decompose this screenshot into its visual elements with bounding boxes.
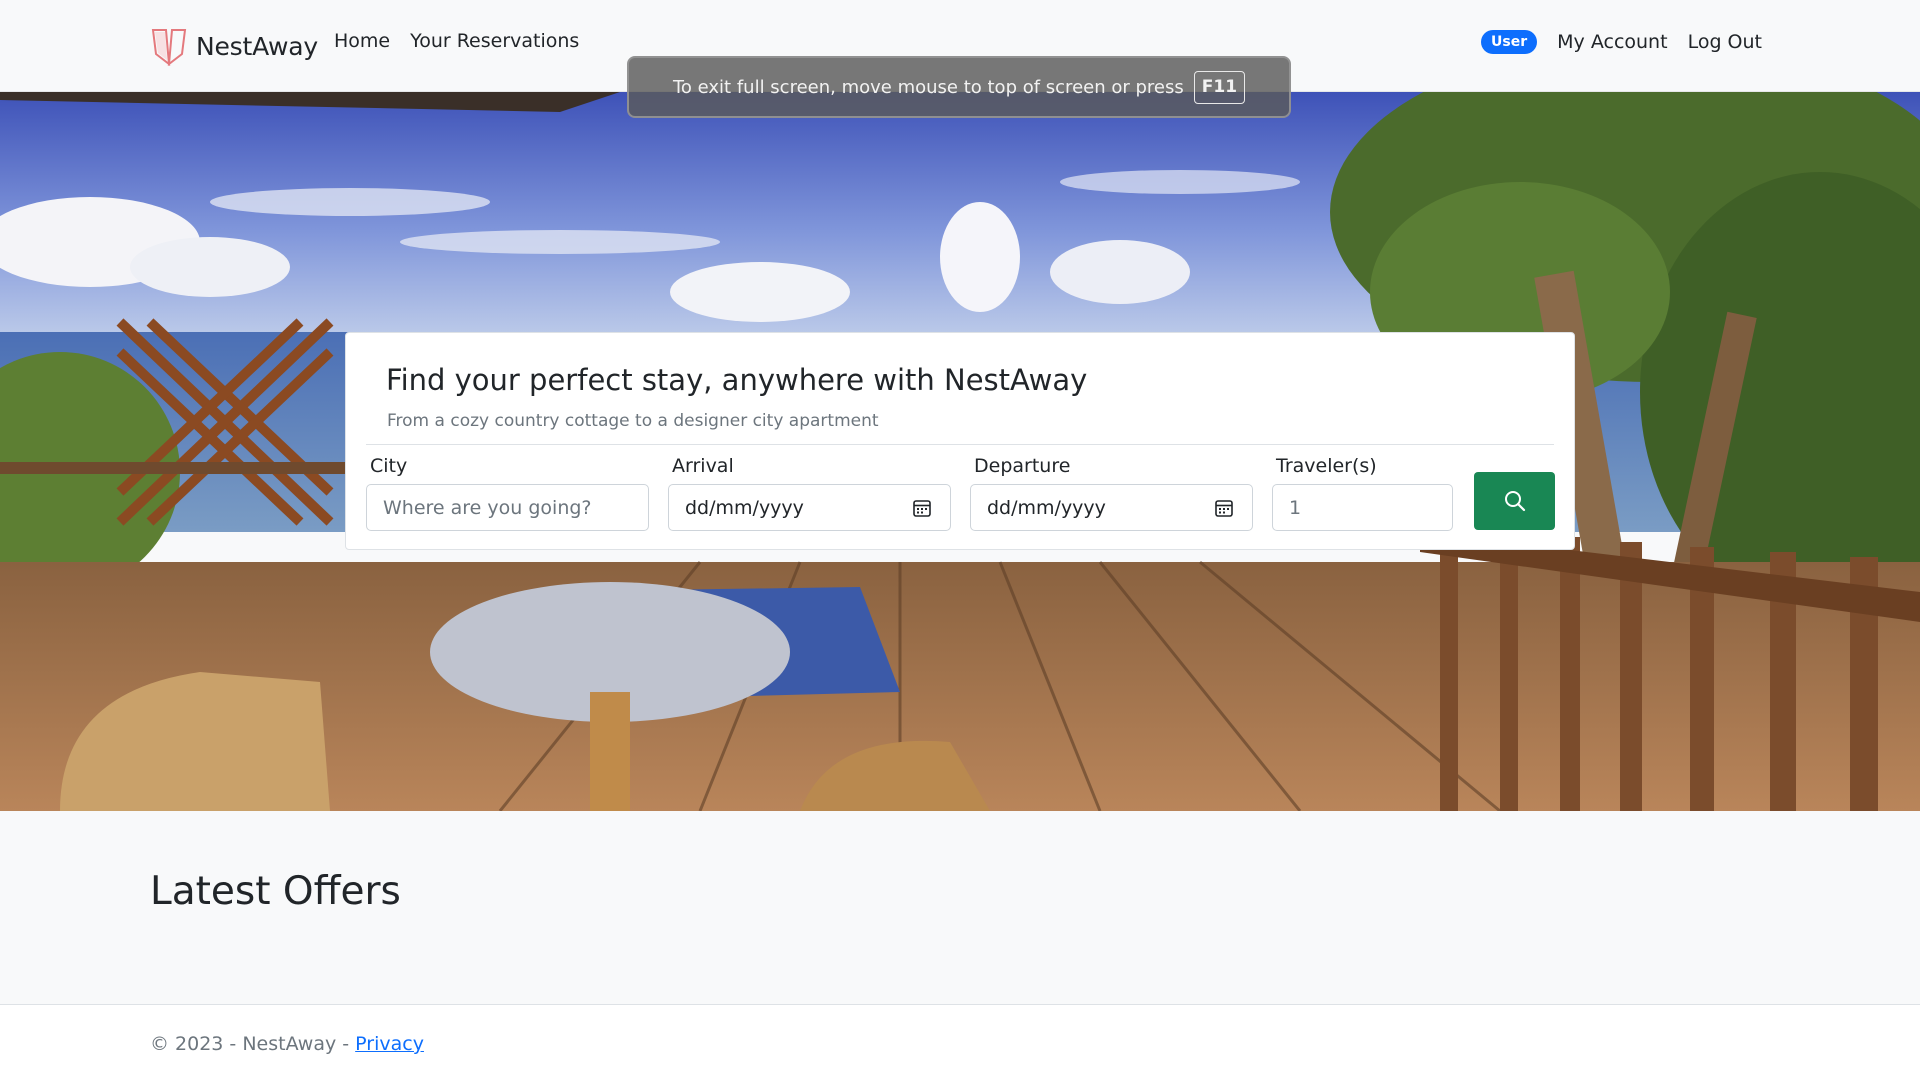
arrival-date-placeholder: dd/mm/yyyy bbox=[685, 496, 804, 519]
nav-link-home[interactable]: Home bbox=[334, 30, 390, 52]
copyright-text: © 2023 - NestAway - bbox=[150, 1033, 356, 1055]
nestaway-logo-icon bbox=[151, 29, 187, 66]
card-divider bbox=[366, 444, 1554, 445]
departure-date-input[interactable]: dd/mm/yyyy bbox=[970, 484, 1253, 531]
user-role-badge: User bbox=[1481, 30, 1538, 54]
nav-link-your-reservations[interactable]: Your Reservations bbox=[410, 30, 579, 52]
my-account-link[interactable]: My Account bbox=[1557, 31, 1667, 53]
travelers-value: 1 bbox=[1289, 496, 1302, 519]
search-icon bbox=[1504, 491, 1525, 512]
calendar-icon[interactable] bbox=[1214, 498, 1234, 518]
brand-link[interactable]: NestAway bbox=[150, 24, 318, 68]
search-title: Find your perfect stay, anywhere with Ne… bbox=[386, 363, 1088, 397]
city-label: City bbox=[370, 455, 408, 477]
departure-date-placeholder: dd/mm/yyyy bbox=[987, 496, 1106, 519]
fullscreen-exit-notice: To exit full screen, move mouse to top o… bbox=[627, 56, 1291, 118]
fullscreen-notice-text: To exit full screen, move mouse to top o… bbox=[672, 76, 1184, 98]
arrival-label: Arrival bbox=[672, 455, 734, 477]
search-subtitle: From a cozy country cottage to a designe… bbox=[387, 411, 879, 431]
latest-offers-heading: Latest Offers bbox=[150, 869, 401, 914]
brand-name: NestAway bbox=[196, 31, 318, 61]
logout-link[interactable]: Log Out bbox=[1688, 31, 1762, 53]
departure-label: Departure bbox=[974, 455, 1071, 477]
travelers-input[interactable]: 1 bbox=[1272, 484, 1453, 531]
calendar-icon[interactable] bbox=[912, 498, 932, 518]
privacy-link[interactable]: Privacy bbox=[355, 1033, 424, 1055]
arrival-date-input[interactable]: dd/mm/yyyy bbox=[668, 484, 951, 531]
footer: © 2023 - NestAway - Privacy bbox=[0, 1004, 1920, 1080]
city-placeholder: Where are you going? bbox=[383, 496, 592, 519]
footer-text: © 2023 - NestAway - Privacy bbox=[150, 1033, 424, 1055]
nav-links: Home Your Reservations bbox=[334, 30, 579, 52]
travelers-label: Traveler(s) bbox=[1276, 455, 1377, 477]
search-button[interactable] bbox=[1474, 472, 1555, 530]
city-input[interactable]: Where are you going? bbox=[366, 484, 649, 531]
nav-account-area: User My Account Log Out bbox=[1481, 30, 1762, 54]
f11-key-hint: F11 bbox=[1193, 70, 1246, 104]
search-card: Find your perfect stay, anywhere with Ne… bbox=[345, 332, 1575, 550]
